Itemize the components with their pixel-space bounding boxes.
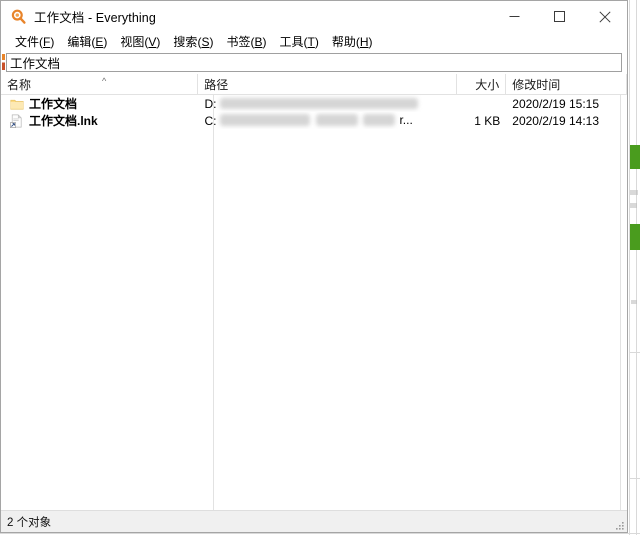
menu-item-edit-label: 编辑 — [67, 35, 92, 49]
menu-item-view[interactable]: 视图(V) — [114, 33, 167, 51]
menu-item-bookmarks-label: 书签 — [226, 35, 251, 49]
background-vertical-rule — [629, 0, 630, 535]
status-object-count: 2 个对象 — [7, 516, 52, 529]
menu-item-edit[interactable]: 编辑(E) — [61, 33, 114, 51]
result-path-text: C: — [204, 113, 217, 128]
background-green-block — [630, 224, 640, 250]
table-row[interactable]: 工作文档.lnk C: r... 1 KB 2020/2/19 14:13 — [1, 112, 627, 129]
column-header-size-label: 大小 — [475, 77, 500, 92]
background-text-smudge — [630, 190, 638, 195]
result-date-cell: 2020/2/19 14:13 — [512, 113, 600, 128]
redacted-path-blur — [220, 98, 419, 109]
result-path-cell: D: — [198, 95, 457, 112]
result-size-cell — [457, 95, 506, 112]
menu-bar: 文件(F) 编辑(E) 视图(V) 搜索(S) 书签(B) 工具(T) 帮助(H… — [1, 32, 627, 52]
window-title: 工作文档 - Everything — [34, 11, 156, 25]
redacted-path-blur — [316, 114, 359, 126]
result-name-text: 工作文档 — [29, 97, 78, 111]
background-horizontal-rule — [630, 352, 640, 353]
menu-item-search-accel: S — [201, 35, 210, 49]
column-header-name-label: 名称 — [7, 77, 32, 92]
results-list[interactable]: 工作文档 D: 2020/2/19 15:15 工作文档.lnk C: r...… — [1, 95, 627, 510]
background-green-block — [630, 145, 640, 169]
column-header-date-label: 修改时间 — [512, 77, 561, 92]
menu-item-file[interactable]: 文件(F) — [9, 33, 61, 51]
result-path-cell: C: r... — [198, 112, 457, 129]
background-text-smudge — [630, 203, 637, 208]
result-name-cell: 工作文档.lnk — [1, 112, 198, 129]
search-status-marker-icon — [2, 54, 5, 70]
name-column-divider — [213, 95, 214, 510]
column-header-size[interactable]: 大小 — [457, 74, 507, 94]
everything-window: 工作文档 - Everything 文件(F) 编辑(E) 视图(V) 搜索(S… — [0, 0, 628, 533]
table-row[interactable]: 工作文档 D: 2020/2/19 15:15 — [1, 95, 627, 112]
maximize-button[interactable] — [537, 1, 582, 32]
result-name-cell: 工作文档 — [1, 95, 198, 112]
search-bar — [1, 52, 627, 74]
results-column-header: 名称 ^ 路径 大小 修改时间 — [1, 74, 627, 95]
menu-item-tools-accel: T — [307, 35, 315, 49]
background-text-smudge — [631, 300, 637, 304]
column-header-path[interactable]: 路径 — [198, 74, 458, 94]
resize-grip-icon[interactable] — [613, 519, 625, 531]
background-vertical-rule — [636, 0, 637, 535]
shortcut-file-icon — [10, 113, 24, 128]
folder-icon — [10, 97, 24, 111]
minimize-button[interactable] — [492, 1, 537, 32]
close-button[interactable] — [582, 1, 627, 32]
menu-item-edit-accel: E — [95, 35, 104, 49]
column-header-path-label: 路径 — [204, 77, 229, 92]
menu-item-file-label: 文件 — [15, 35, 40, 49]
result-date-cell: 2020/2/19 15:15 — [512, 96, 600, 111]
result-name-text: 工作文档.lnk — [29, 114, 98, 128]
result-path-tail-text: r... — [399, 113, 413, 127]
menu-item-search-label: 搜索 — [173, 35, 198, 49]
title-bar[interactable]: 工作文档 - Everything — [1, 1, 627, 32]
background-horizontal-rule — [0, 533, 640, 534]
menu-item-bookmarks[interactable]: 书签(B) — [220, 33, 273, 51]
menu-item-help-accel: H — [359, 35, 369, 49]
column-header-date[interactable]: 修改时间 — [506, 74, 627, 94]
background-horizontal-rule — [630, 478, 640, 479]
menu-item-tools-label: 工具 — [279, 35, 304, 49]
menu-item-view-accel: V — [148, 35, 157, 49]
date-column-divider — [620, 95, 621, 510]
window-controls — [492, 1, 627, 32]
redacted-path-blur — [363, 114, 396, 126]
menu-item-file-accel: F — [43, 35, 51, 49]
menu-item-tools[interactable]: 工具(T) — [273, 33, 325, 51]
menu-item-bookmarks-accel: B — [254, 35, 263, 49]
status-bar: 2 个对象 — [1, 510, 627, 532]
search-input[interactable] — [6, 53, 622, 72]
menu-item-help-label: 帮助 — [331, 35, 356, 49]
menu-item-help[interactable]: 帮助(H) — [326, 33, 380, 51]
column-header-name[interactable]: 名称 ^ — [1, 74, 199, 94]
magnifier-icon — [11, 9, 27, 25]
result-size-cell: 1 KB — [474, 113, 501, 128]
menu-item-view-label: 视图 — [120, 35, 145, 49]
redacted-path-blur — [220, 114, 311, 126]
menu-item-search[interactable]: 搜索(S) — [167, 33, 220, 51]
result-path-text: D: — [204, 96, 217, 111]
sort-ascending-icon: ^ — [102, 76, 107, 86]
